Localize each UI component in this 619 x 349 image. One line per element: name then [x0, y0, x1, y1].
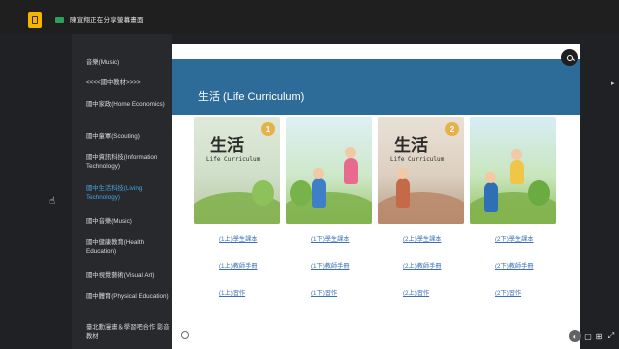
sidebar-item-health-education[interactable]: 國中健康教育(Health Education): [86, 239, 170, 256]
child-head-illustration: [345, 147, 356, 158]
link-2a-workbook[interactable]: (2上)習作: [403, 288, 429, 297]
book-title: 生活: [394, 136, 428, 156]
link-2a-student-book[interactable]: (2上)學生課本: [403, 234, 442, 243]
page-title: 生活 (Life Curriculum): [198, 91, 305, 103]
child-illustration: [510, 160, 524, 184]
person-head-illustration: [397, 168, 408, 179]
sidebar-item-scouting[interactable]: 國中童軍(Scouting): [86, 133, 170, 142]
sidebar: 音樂(Music) <<<<國中教材>>>> 國中家政(Home Economi…: [72, 34, 172, 349]
child-head-illustration: [485, 172, 496, 183]
volume-badge: 2: [445, 122, 459, 136]
sidebar-item-home-economics[interactable]: 國中家政(Home Economics): [86, 101, 170, 110]
sidebar-item-music[interactable]: 音樂(Music): [86, 59, 170, 68]
book-subtitle: Life Curriculum: [206, 156, 261, 163]
sidebar-item-visual-art[interactable]: 國中視覺藝術(Visual Art): [86, 272, 170, 281]
tree-illustration: [528, 180, 550, 206]
settings-icon[interactable]: [181, 331, 189, 339]
link-2b-teacher-guide[interactable]: (2下)教師手冊: [495, 261, 534, 270]
hill-illustration: [378, 192, 464, 224]
child-illustration: [344, 158, 358, 184]
sidebar-item-junior-high-header[interactable]: <<<<國中教材>>>>: [86, 79, 170, 88]
link-2a-teacher-guide[interactable]: (2上)教師手冊: [403, 261, 442, 270]
view-icon[interactable]: ⊞: [594, 330, 604, 342]
child-head-illustration: [313, 168, 324, 179]
tree-illustration: [252, 180, 274, 206]
sidebar-item-information-technology[interactable]: 國中資訊科技(Information Technology): [86, 154, 170, 171]
screen-share-icon: [55, 17, 64, 23]
child-illustration: [484, 182, 498, 212]
share-status-text: 陳宣翔正在分享螢幕畫面: [70, 17, 144, 24]
app-logo-icon[interactable]: [28, 12, 42, 28]
fullscreen-icon[interactable]: ⤢: [606, 330, 616, 342]
book-subtitle: Life Curriculum: [390, 156, 445, 163]
book-cover-1a[interactable]: 生活 Life Curriculum 1: [194, 117, 280, 224]
link-1a-student-book[interactable]: (1上)學生課本: [219, 234, 258, 243]
screen: 陳宣翔正在分享螢幕畫面 音樂(Music) <<<<國中教材>>>> 國中家政(…: [0, 0, 619, 349]
search-icon[interactable]: [561, 49, 578, 66]
sidebar-item-animation-videos[interactable]: 臺北動漫畫＆學習吧合作 影音教材: [86, 324, 170, 341]
sidebar-item-physical-education[interactable]: 國中體育(Physical Education): [86, 293, 170, 302]
page-banner: 生活 (Life Curriculum): [172, 59, 580, 115]
accessibility-icon[interactable]: ◐: [569, 330, 581, 342]
tree-illustration: [290, 180, 312, 206]
arrow-pointer-icon: ▸: [611, 80, 615, 87]
child-illustration: [312, 178, 326, 208]
book-title: 生活: [210, 136, 244, 156]
link-1b-student-book[interactable]: (1下)學生課本: [311, 234, 350, 243]
person-illustration: [396, 178, 410, 208]
mouse-pointer-icon: ☝: [49, 196, 56, 207]
sidebar-item-living-technology[interactable]: 國中生活科技(Living Technology): [86, 185, 170, 202]
book-cover-1b[interactable]: [286, 117, 372, 224]
caption-icon[interactable]: ▢: [583, 330, 593, 342]
sidebar-item-junior-music[interactable]: 國中音樂(Music): [86, 218, 170, 227]
book-cover-2b[interactable]: [470, 117, 556, 224]
link-2b-student-book[interactable]: (2下)學生課本: [495, 234, 534, 243]
link-2b-workbook[interactable]: (2下)習作: [495, 288, 521, 297]
meeting-top-bar: 陳宣翔正在分享螢幕畫面: [0, 0, 619, 34]
link-1b-teacher-guide[interactable]: (1下)教師手冊: [311, 261, 350, 270]
link-1a-teacher-guide[interactable]: (1上)教師手冊: [219, 261, 258, 270]
book-cover-2a[interactable]: 生活 Life Curriculum 2: [378, 117, 464, 224]
link-1b-workbook[interactable]: (1下)習作: [311, 288, 337, 297]
volume-badge: 1: [261, 122, 275, 136]
link-1a-workbook[interactable]: (1上)習作: [219, 288, 245, 297]
child-head-illustration: [511, 149, 522, 160]
